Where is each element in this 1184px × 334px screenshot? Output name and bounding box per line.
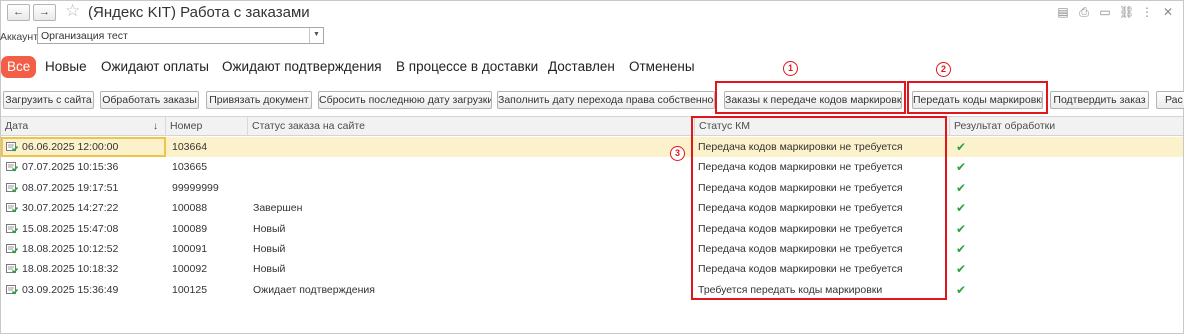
tab-awaiting-confirmation[interactable]: Ожидают подтверждения [222, 56, 382, 78]
cell-number: 100125 [172, 283, 208, 296]
reset-last-load-date-button[interactable]: Сбросить последнюю дату загрузки [318, 91, 492, 109]
cell-date: 15.08.2025 15:47:08 [22, 222, 119, 235]
column-number[interactable]: Номер [166, 117, 248, 136]
cell-number: 103664 [172, 141, 208, 153]
cell-date: 18.08.2025 10:12:52 [22, 243, 119, 255]
forward-button[interactable]: → [33, 4, 56, 21]
document-posted-icon [6, 203, 18, 213]
print-icon[interactable]: ⎙ [1077, 5, 1091, 19]
table-row[interactable]: 30.07.2025 14:27:22 100088 Завершен Передач… [1, 198, 1183, 218]
checkmark-icon: ✔ [956, 160, 967, 175]
favorite-star-icon[interactable]: ☆ [65, 1, 80, 21]
cell-number: 100092 [172, 263, 208, 276]
tab-all[interactable]: Все [1, 56, 37, 78]
save-icon[interactable]: ▤ [1056, 5, 1070, 19]
table-row[interactable]: 18.08.2025 10:18:32 100092 Новый Передача к… [1, 259, 1183, 279]
back-button[interactable]: ← [7, 4, 30, 21]
checkmark-icon: ✔ [956, 201, 967, 216]
arrow-right-icon: → [39, 6, 50, 18]
document-posted-icon [6, 182, 18, 193]
more-toolbar-button[interactable]: Рас [1156, 91, 1184, 109]
table-row[interactable]: 07.07.2025 10:15:36 103665 Передача кодов … [1, 157, 1183, 177]
cell-site-status: Ожидает подтверждения [253, 283, 375, 296]
document-posted-icon [6, 162, 18, 172]
table-row[interactable]: 03.09.2025 15:36:49 100125 Ожидает подтвер… [1, 280, 1183, 300]
cell-date: 08.07.2025 19:17:51 [22, 181, 119, 194]
checkmark-icon: ✔ [956, 242, 967, 256]
cell-number: 100091 [172, 243, 208, 255]
link-icon[interactable]: ⛓ [1119, 5, 1134, 19]
annotation-box-3 [691, 116, 947, 300]
checkmark-icon: ✔ [956, 180, 967, 195]
document-posted-icon [6, 142, 18, 152]
document-posted-icon [6, 244, 18, 254]
chevron-down-icon[interactable]: ▼ [309, 28, 323, 43]
document-posted-icon [6, 223, 18, 234]
fill-ownership-date-button[interactable]: Заполнить дату перехода права собственно… [497, 91, 715, 109]
account-label: Аккаунт: [0, 31, 41, 43]
checkmark-icon: ✔ [956, 140, 967, 154]
process-orders-button[interactable]: Обработать заказы [100, 91, 199, 109]
cell-number: 103665 [172, 161, 208, 174]
table-row[interactable]: 08.07.2025 19:17:51 99999999 Передача кодо… [1, 178, 1183, 198]
tab-new[interactable]: Новые [45, 56, 87, 78]
checkmark-icon: ✔ [956, 262, 967, 277]
cell-number: 99999999 [172, 181, 219, 194]
cell-site-status: Новый [253, 243, 286, 255]
column-date[interactable]: Дата ↓ [1, 117, 166, 136]
document-posted-icon [6, 264, 18, 274]
arrow-left-icon: ← [13, 6, 24, 18]
tab-in-delivery[interactable]: В процессе в доставки [396, 56, 538, 78]
column-site-status[interactable]: Статус заказа на сайте [248, 117, 695, 136]
more-icon[interactable]: ⋮ [1140, 5, 1154, 19]
cell-number: 100089 [172, 222, 208, 235]
table-row[interactable]: 06.06.2025 12:00:00 103664 Передача кодов … [1, 137, 1183, 157]
cell-date: 06.06.2025 12:00:00 [22, 141, 119, 153]
cell-date: 30.07.2025 14:27:22 [22, 202, 119, 215]
close-icon[interactable]: ✕ [1161, 5, 1175, 19]
tab-awaiting-payment[interactable]: Ожидают оплаты [101, 56, 209, 78]
annotation-marker-3: 3 [670, 146, 685, 161]
table-row[interactable]: 18.08.2025 10:12:52 100091 Новый Передача к… [1, 239, 1183, 259]
account-field[interactable]: Организация тест ▼ [37, 27, 324, 44]
checkmark-icon: ✔ [956, 282, 967, 297]
page-title: (Яндекс KIT) Работа с заказами [88, 4, 310, 21]
account-value: Организация тест [41, 30, 128, 42]
annotation-marker-1: 1 [783, 61, 798, 76]
tab-cancelled[interactable]: Отменены [629, 56, 695, 78]
cell-date: 18.08.2025 10:18:32 [22, 263, 119, 276]
cell-site-status: Новый [253, 263, 286, 276]
preview-icon[interactable]: ▭ [1098, 5, 1112, 19]
document-posted-icon [6, 284, 18, 295]
confirm-order-button[interactable]: Подтвердить заказ [1050, 91, 1149, 109]
column-result[interactable]: Результат обработки [950, 117, 1183, 136]
tab-delivered[interactable]: Доставлен [548, 56, 615, 78]
sort-arrow-icon: ↓ [153, 121, 158, 132]
cell-date: 03.09.2025 15:36:49 [22, 283, 119, 296]
load-from-site-button[interactable]: Загрузить с сайта [3, 91, 94, 109]
annotation-box-1 [715, 81, 906, 114]
checkmark-icon: ✔ [956, 221, 967, 236]
window-toolbar: ▤ ⎙ ▭ ⛓ ⋮ ✕ [1056, 5, 1175, 19]
annotation-marker-2: 2 [936, 62, 951, 77]
column-date-label: Дата [5, 120, 29, 132]
link-document-button[interactable]: Привязать документ [206, 91, 312, 109]
cell-date: 07.07.2025 10:15:36 [22, 161, 119, 174]
cell-site-status: Завершен [253, 202, 303, 215]
annotation-box-2 [907, 81, 1048, 114]
cell-site-status: Новый [253, 222, 286, 235]
table-row[interactable]: 15.08.2025 15:47:08 100089 Новый Передача к… [1, 219, 1183, 239]
table-header: Дата ↓ Номер Статус заказа на сайте Стат… [1, 116, 1183, 136]
cell-number: 100088 [172, 202, 208, 215]
